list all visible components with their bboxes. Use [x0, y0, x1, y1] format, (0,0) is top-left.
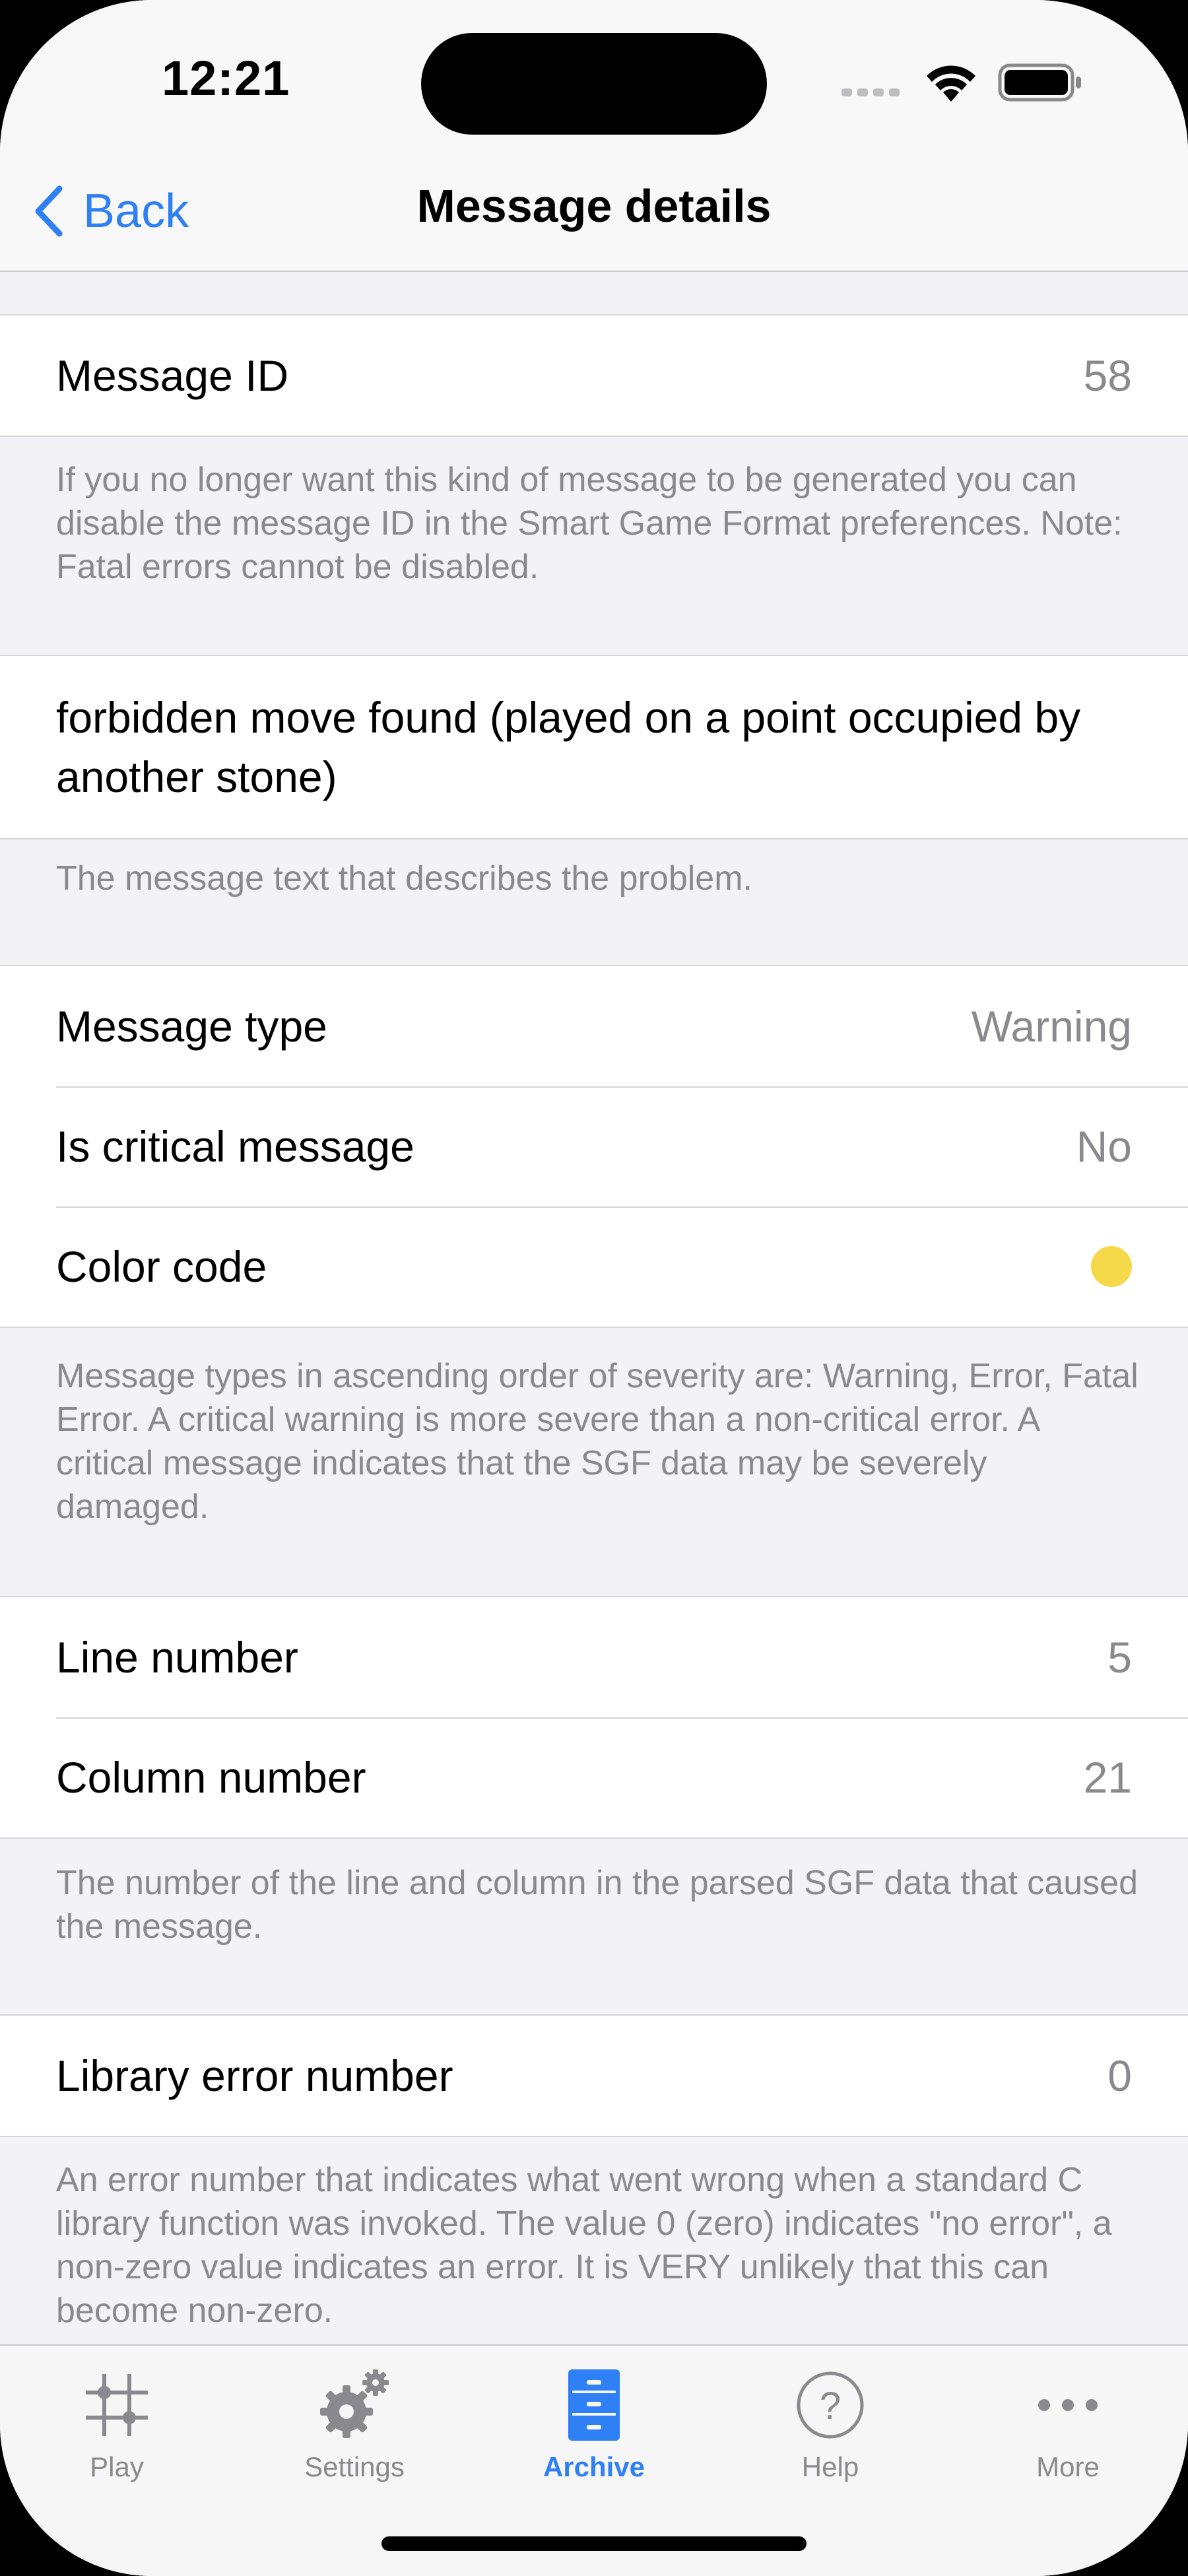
- message-type-footer: Message types in ascending order of seve…: [56, 1357, 1138, 1526]
- tab-archive[interactable]: Archive: [495, 2365, 693, 2483]
- battery-icon: [998, 63, 1084, 105]
- tab-settings-label: Settings: [304, 2451, 405, 2482]
- library-error-footer: An error number that indicates what went…: [56, 2161, 1112, 2330]
- position-section: Line number 5 Column number 21: [0, 1596, 1188, 1839]
- message-type-section: Message type Warning Is critical message…: [0, 965, 1188, 1328]
- screen: 12:21 Back Message details Message ID 58…: [0, 0, 1188, 2576]
- line-number-value: 5: [1107, 1633, 1132, 1682]
- message-id-section: Message ID 58: [0, 314, 1188, 437]
- tab-more-label: More: [1036, 2451, 1100, 2482]
- library-error-value: 0: [1107, 2051, 1132, 2100]
- archive-cabinet-icon: [495, 2365, 693, 2445]
- wifi-icon: [921, 61, 981, 108]
- library-error-section: Library error number 0: [0, 2014, 1188, 2137]
- tab-play-label: Play: [90, 2451, 144, 2482]
- message-id-label: Message ID: [56, 351, 289, 400]
- library-error-row: Library error number 0: [0, 2016, 1188, 2136]
- column-number-row: Column number 21: [0, 1717, 1188, 1837]
- library-error-label: Library error number: [56, 2051, 453, 2100]
- tab-settings[interactable]: Settings: [255, 2365, 453, 2483]
- message-id-row: Message ID 58: [0, 315, 1188, 436]
- message-text-section: forbidden move found (played on a point …: [0, 655, 1188, 840]
- column-number-label: Column number: [56, 1753, 366, 1802]
- tab-help-label: Help: [801, 2451, 859, 2482]
- message-type-value: Warning: [971, 1002, 1132, 1051]
- critical-message-row: Is critical message No: [0, 1086, 1188, 1206]
- message-text-footer: The message text that describes the prob…: [56, 859, 752, 898]
- tab-play[interactable]: Play: [18, 2365, 216, 2483]
- critical-message-value: No: [1076, 1122, 1132, 1171]
- column-number-value: 21: [1083, 1753, 1132, 1802]
- more-icon: [969, 2365, 1167, 2445]
- gears-icon: [255, 2365, 453, 2445]
- tab-help[interactable]: ? Help: [731, 2365, 929, 2483]
- play-grid-icon: [18, 2365, 216, 2445]
- home-indicator[interactable]: [381, 2536, 807, 2551]
- status-time: 12:21: [162, 51, 290, 106]
- critical-message-label: Is critical message: [56, 1122, 414, 1171]
- line-number-row: Line number 5: [0, 1597, 1188, 1717]
- color-code-label: Color code: [56, 1242, 267, 1291]
- help-icon: ?: [731, 2365, 929, 2445]
- tab-more[interactable]: More: [969, 2365, 1167, 2483]
- message-text: forbidden move found (played on a point …: [56, 693, 1081, 801]
- color-code-row: Color code: [0, 1206, 1188, 1327]
- message-id-value: 58: [1083, 351, 1132, 400]
- message-type-row: Message type Warning: [0, 966, 1188, 1086]
- cellular-signal-icon: [842, 88, 905, 100]
- tab-archive-label: Archive: [543, 2451, 645, 2482]
- color-code-dot: [1091, 1246, 1132, 1287]
- message-details-list[interactable]: Message ID 58 If you no longer want this…: [0, 272, 1188, 2344]
- svg-text:?: ?: [820, 2385, 841, 2427]
- page-title: Message details: [416, 180, 772, 232]
- dynamic-island: [421, 33, 767, 135]
- line-number-label: Line number: [56, 1633, 298, 1682]
- message-type-label: Message type: [56, 1002, 327, 1051]
- message-id-footer: If you no longer want this kind of messa…: [56, 461, 1123, 586]
- position-footer: The number of the line and column in the…: [56, 1864, 1138, 1946]
- navigation-bar: 12:21 Back Message details: [0, 0, 1188, 272]
